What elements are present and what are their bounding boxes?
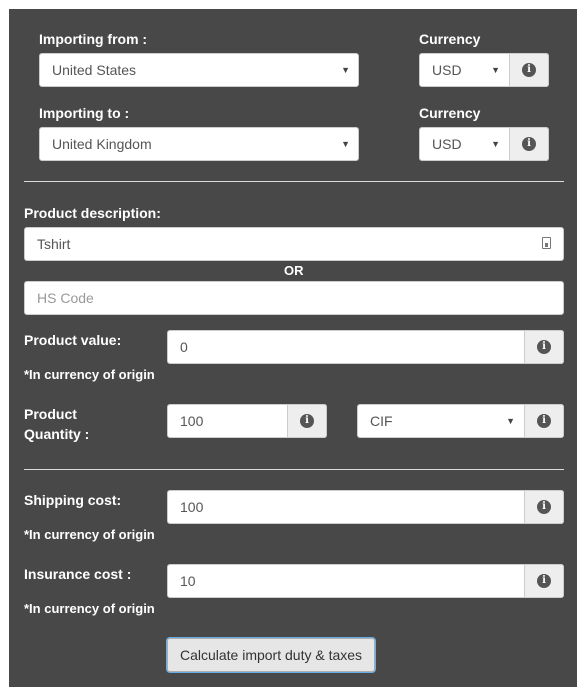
currency-from-label: Currency — [419, 31, 481, 47]
product-value-info-button[interactable]: i — [524, 330, 564, 364]
product-value-input[interactable]: 0 i — [167, 330, 564, 364]
insurance-cost-info-button[interactable]: i — [524, 564, 564, 598]
info-circle-icon: i — [522, 63, 536, 77]
shipping-cost-info-button[interactable]: i — [524, 490, 564, 524]
insurance-cost-input[interactable]: 10 i — [167, 564, 564, 598]
shipping-cost-note: *In currency of origin — [24, 527, 155, 542]
hs-code-input[interactable]: HS Code — [24, 281, 564, 315]
calculator-panel: Importing from : United States ▼ Currenc… — [9, 9, 577, 687]
caret-down-icon: ▼ — [491, 139, 500, 149]
calculate-button[interactable]: Calculate import duty & taxes — [167, 638, 375, 672]
currency-to-select[interactable]: USD ▼ i — [419, 127, 549, 161]
importing-to-value: United Kingdom — [52, 136, 152, 152]
shipping-cost-input[interactable]: 100 i — [167, 490, 564, 524]
insurance-cost-value: 10 — [180, 573, 196, 589]
incoterm-select[interactable]: CIF ▼ i — [357, 404, 564, 438]
info-circle-icon: i — [300, 414, 314, 428]
caret-down-icon: ▼ — [341, 65, 350, 75]
info-circle-icon: i — [537, 414, 551, 428]
currency-to-info-button[interactable]: i — [509, 127, 549, 161]
shipping-cost-value: 100 — [180, 499, 204, 515]
section-divider — [24, 181, 564, 182]
info-circle-icon: i — [537, 574, 551, 588]
caret-down-icon: ▼ — [491, 65, 500, 75]
document-icon — [542, 237, 551, 249]
insurance-cost-note: *In currency of origin — [24, 601, 155, 616]
importing-from-label: Importing from : — [39, 31, 148, 47]
hs-code-placeholder: HS Code — [37, 290, 94, 306]
currency-from-value: USD — [432, 62, 462, 78]
incoterm-info-button[interactable]: i — [524, 404, 564, 438]
importing-to-select[interactable]: United Kingdom ▼ — [39, 127, 359, 161]
currency-from-info-button[interactable]: i — [509, 53, 549, 87]
shipping-cost-label: Shipping cost: — [24, 492, 122, 508]
importing-from-value: United States — [52, 62, 137, 78]
product-description-value: Tshirt — [37, 236, 71, 252]
importing-from-select[interactable]: United States ▼ — [39, 53, 359, 87]
info-circle-icon: i — [522, 137, 536, 151]
product-quantity-value: 100 — [180, 413, 204, 429]
product-quantity-input[interactable]: 100 i — [167, 404, 327, 438]
info-circle-icon: i — [537, 340, 551, 354]
currency-from-select[interactable]: USD ▼ i — [419, 53, 549, 87]
or-separator: OR — [284, 263, 304, 278]
incoterm-value: CIF — [370, 413, 393, 429]
product-quantity-info-button[interactable]: i — [287, 404, 327, 438]
product-description-input[interactable]: Tshirt — [24, 227, 564, 261]
info-circle-icon: i — [537, 500, 551, 514]
caret-down-icon: ▼ — [341, 139, 350, 149]
section-divider — [24, 469, 564, 470]
currency-to-label: Currency — [419, 105, 481, 121]
currency-to-value: USD — [432, 136, 462, 152]
product-quantity-label-line1: Product — [24, 406, 77, 422]
importing-to-label: Importing to : — [39, 105, 130, 121]
product-quantity-label-line2: Quantity : — [24, 426, 90, 442]
product-description-label: Product description: — [24, 205, 161, 221]
product-value-value: 0 — [180, 339, 188, 355]
product-value-label: Product value: — [24, 332, 122, 348]
insurance-cost-label: Insurance cost : — [24, 566, 132, 582]
caret-down-icon: ▼ — [506, 416, 515, 426]
product-value-note: *In currency of origin — [24, 367, 155, 382]
